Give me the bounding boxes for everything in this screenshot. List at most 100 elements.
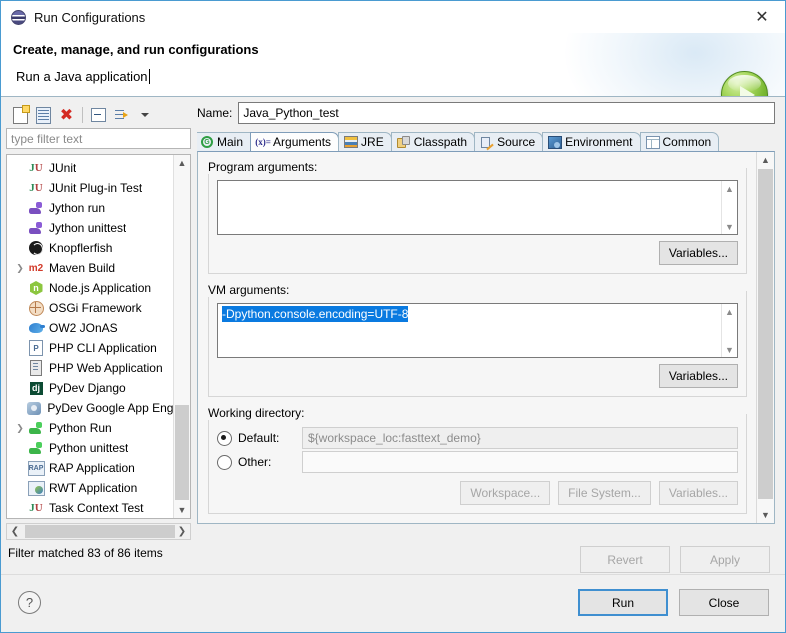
- view-menu-button[interactable]: [134, 105, 155, 126]
- tab-source[interactable]: Source: [474, 132, 543, 151]
- tree-horizontal-scrollbar[interactable]: ❮ ❯: [6, 523, 191, 540]
- program-variables-button[interactable]: Variables...: [659, 241, 738, 265]
- run-button[interactable]: Run: [578, 589, 668, 616]
- scroll-down-icon[interactable]: ▼: [174, 502, 190, 518]
- tree-item-rwt-application[interactable]: RWT Application: [7, 478, 173, 498]
- tab-jre[interactable]: JRE: [338, 132, 392, 151]
- working-directory-variables-button[interactable]: Variables...: [659, 481, 738, 505]
- configurations-tree[interactable]: JU JUnit JU JUnit Plug-in Test Jython ru…: [6, 154, 191, 519]
- tab-common[interactable]: Common: [640, 132, 720, 151]
- name-input[interactable]: Java_Python_test: [238, 102, 775, 124]
- tree-item-rap-application[interactable]: RAP RAP Application: [7, 458, 173, 478]
- new-configuration-button[interactable]: [10, 105, 31, 126]
- tab-environment[interactable]: Environment: [542, 132, 640, 151]
- tree-item-nodejs-application[interactable]: n Node.js Application: [7, 278, 173, 298]
- scroll-down-icon[interactable]: ▼: [722, 342, 737, 357]
- tree-toolbar: ✖: [6, 102, 191, 128]
- default-directory-input[interactable]: ${workspace_loc:fasttext_demo}: [302, 427, 738, 449]
- tree-item-python-unittest[interactable]: Python unittest: [7, 438, 173, 458]
- collapse-all-button[interactable]: [88, 105, 109, 126]
- vm-arguments-group: VM arguments: -Dpython.console.encoding=…: [208, 283, 747, 397]
- scroll-up-icon[interactable]: ▲: [722, 304, 737, 319]
- vm-arguments-scrollbar[interactable]: ▲ ▼: [721, 304, 737, 357]
- tree-vertical-scrollbar[interactable]: ▲ ▼: [173, 155, 190, 518]
- tree-item-junit[interactable]: JU JUnit: [7, 158, 173, 178]
- panel-vertical-scrollbar[interactable]: ▲ ▼: [756, 152, 774, 523]
- tree-item-pydev-django[interactable]: dj PyDev Django: [7, 378, 173, 398]
- tree-item-jython-unittest[interactable]: Jython unittest: [7, 218, 173, 238]
- apply-button[interactable]: Apply: [680, 546, 770, 573]
- other-directory-input[interactable]: [302, 451, 738, 473]
- tree-item-junit-plugin-test[interactable]: JU JUnit Plug-in Test: [7, 178, 173, 198]
- tree-expander-icon[interactable]: ❯: [13, 423, 27, 434]
- tree-item-ow2-jonas[interactable]: OW2 JOnAS: [7, 318, 173, 338]
- help-icon[interactable]: ?: [18, 591, 41, 614]
- junit-plugin-icon: JU: [27, 180, 45, 196]
- php-cli-icon: P: [27, 340, 45, 356]
- working-directory-other-row: Other:: [217, 450, 738, 474]
- scroll-right-icon[interactable]: ❯: [174, 526, 190, 537]
- program-arguments-input[interactable]: ▲ ▼: [217, 180, 738, 235]
- scrollbar-thumb[interactable]: [758, 169, 773, 499]
- jython-unittest-icon: [27, 220, 45, 236]
- other-radio[interactable]: [217, 455, 232, 470]
- vm-variables-button[interactable]: Variables...: [659, 364, 738, 388]
- workspace-button[interactable]: Workspace...: [460, 481, 550, 505]
- knopflerfish-icon: [27, 240, 45, 256]
- environment-tab-icon: [548, 136, 562, 149]
- tree-item-osgi-framework[interactable]: OSGi Framework: [7, 298, 173, 318]
- scroll-down-icon[interactable]: ▼: [757, 507, 774, 523]
- scrollbar-thumb[interactable]: [25, 525, 175, 538]
- toolbar-separator: [82, 107, 83, 123]
- scroll-up-icon[interactable]: ▲: [757, 152, 774, 168]
- working-directory-buttons: Workspace... File System... Variables...: [217, 481, 738, 505]
- tab-arguments[interactable]: (x)= Arguments: [250, 132, 339, 151]
- scroll-up-icon[interactable]: ▲: [722, 181, 737, 196]
- filter-icon: [115, 109, 128, 122]
- tab-label: Classpath: [414, 135, 467, 149]
- play-triangle: [740, 86, 755, 98]
- filter-button[interactable]: [111, 105, 132, 126]
- jre-tab-icon: [344, 136, 358, 149]
- tree-item-label: PyDev Google App Engine: [47, 401, 173, 415]
- tree-item-python-run[interactable]: ❯ Python Run: [7, 418, 173, 438]
- tree-item-label: Node.js Application: [49, 281, 151, 295]
- close-icon[interactable]: ✕: [739, 1, 785, 32]
- page-subtitle-text: Run a Java application: [16, 69, 148, 84]
- tree-item-jython-run[interactable]: Jython run: [7, 198, 173, 218]
- tab-label: Common: [663, 135, 712, 149]
- dialog-header: Create, manage, and run configurations R…: [1, 33, 785, 97]
- default-radio[interactable]: [217, 431, 232, 446]
- tree-item-maven-build[interactable]: ❯ m2 Maven Build: [7, 258, 173, 278]
- program-arguments-label: Program arguments:: [208, 160, 321, 174]
- delete-configuration-button[interactable]: ✖: [56, 105, 77, 126]
- scroll-down-icon[interactable]: ▼: [722, 219, 737, 234]
- tree-item-label: JUnit: [49, 161, 76, 175]
- filter-input[interactable]: type filter text: [6, 128, 191, 149]
- scroll-up-icon[interactable]: ▲: [174, 155, 190, 171]
- program-arguments-scrollbar[interactable]: ▲ ▼: [721, 181, 737, 234]
- tab-classpath[interactable]: Classpath: [391, 132, 475, 151]
- revert-button[interactable]: Revert: [580, 546, 670, 573]
- tree-item-php-cli-application[interactable]: P PHP CLI Application: [7, 338, 173, 358]
- tree-item-knopflerfish[interactable]: Knopflerfish: [7, 238, 173, 258]
- apply-revert-row: Revert Apply: [580, 546, 770, 573]
- tab-main[interactable]: G Main: [197, 132, 251, 151]
- tree-item-php-web-application[interactable]: PHP Web Application: [7, 358, 173, 378]
- tree-item-task-context-test[interactable]: JU Task Context Test: [7, 498, 173, 518]
- vm-arguments-value: -Dpython.console.encoding=UTF-8: [222, 306, 408, 322]
- dialog-footer: ? Run Close: [1, 574, 785, 632]
- arguments-content: Program arguments: ▲ ▼ Variables...: [198, 152, 757, 523]
- close-button[interactable]: Close: [679, 589, 769, 616]
- name-label: Name:: [197, 106, 232, 120]
- configurations-panel: ✖ type filter text JU JUnit JU: [6, 102, 191, 568]
- scroll-left-icon[interactable]: ❮: [7, 526, 23, 537]
- duplicate-configuration-button[interactable]: [33, 105, 54, 126]
- scrollbar-thumb[interactable]: [175, 405, 189, 500]
- main-tab-icon: G: [200, 136, 214, 149]
- file-system-button[interactable]: File System...: [558, 481, 651, 505]
- vm-arguments-label: VM arguments:: [208, 283, 293, 297]
- vm-arguments-input[interactable]: -Dpython.console.encoding=UTF-8 ▲ ▼: [217, 303, 738, 358]
- tree-expander-icon[interactable]: ❯: [13, 263, 27, 274]
- tree-item-pydev-google-app-engine[interactable]: PyDev Google App Engine: [7, 398, 173, 418]
